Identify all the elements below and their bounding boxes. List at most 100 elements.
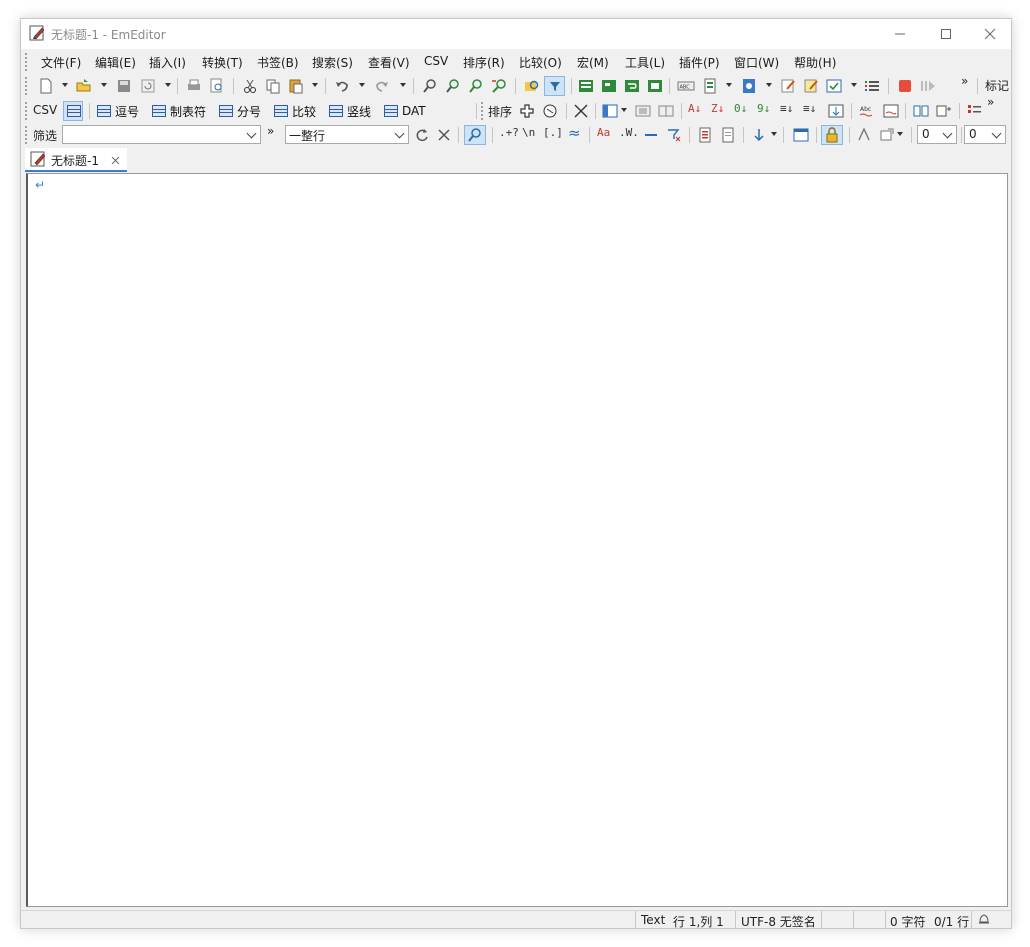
escape-toggle[interactable]: \n xyxy=(522,126,535,139)
macro-dropdown-icon[interactable] xyxy=(897,132,903,136)
window-icon[interactable] xyxy=(792,126,810,144)
sort-toolbar-grip[interactable] xyxy=(481,102,485,120)
menu-file[interactable]: 文件(F) xyxy=(41,54,81,71)
status-position[interactable]: 行 1,列 1 xyxy=(673,913,724,928)
menu-search[interactable]: 搜索(S) xyxy=(312,54,353,71)
undo-dropdown-icon[interactable] xyxy=(359,83,365,87)
menu-grip[interactable] xyxy=(25,53,29,71)
status-mode[interactable]: Text xyxy=(641,913,665,927)
filter-toggle-button[interactable] xyxy=(544,76,565,96)
toolbar1-overflow[interactable]: » xyxy=(961,74,968,88)
replace-icon[interactable] xyxy=(490,77,508,95)
macro-copy-icon[interactable] xyxy=(802,77,820,95)
close-tab-icon[interactable] xyxy=(111,156,120,165)
clear-format-icon[interactable] xyxy=(665,126,683,144)
menu-bookmark[interactable]: 书签(B) xyxy=(257,54,299,71)
filter-toolbar-grip[interactable] xyxy=(25,126,29,144)
find-next-icon[interactable] xyxy=(444,77,462,95)
redo-icon[interactable] xyxy=(373,77,391,95)
web-icon[interactable] xyxy=(740,77,758,95)
remove-icon[interactable] xyxy=(541,102,559,120)
csv-pipe-button[interactable]: 竖线 xyxy=(329,102,371,120)
close-button[interactable] xyxy=(967,19,1011,49)
bookmark-icon[interactable] xyxy=(696,126,714,144)
document-icon[interactable] xyxy=(719,126,737,144)
number-select-1[interactable]: 0 xyxy=(917,125,957,144)
csv-semicolon-button[interactable]: 分号 xyxy=(219,102,261,120)
menu-view[interactable]: 查看(V) xyxy=(368,54,410,71)
spell-icon[interactable]: Abc xyxy=(859,102,877,120)
chevron-down-icon[interactable] xyxy=(942,128,953,139)
text-editor[interactable]: ↵ xyxy=(26,173,1008,907)
copy-icon[interactable] xyxy=(264,77,282,95)
properties-icon[interactable] xyxy=(701,77,719,95)
split-icon[interactable] xyxy=(572,102,590,120)
csv-compare-button[interactable]: 比较 xyxy=(274,102,316,120)
menu-plugins[interactable]: 插件(P) xyxy=(679,54,720,71)
number-select-2[interactable]: 0 xyxy=(964,125,1006,144)
csv-toolbar-grip[interactable] xyxy=(25,102,29,120)
numbered-list-icon[interactable] xyxy=(966,102,984,120)
column-icon[interactable] xyxy=(657,102,675,120)
highlight-icon[interactable] xyxy=(577,77,595,95)
print-preview-icon[interactable] xyxy=(208,77,226,95)
sort-09-icon[interactable]: 0↓ xyxy=(734,102,747,115)
bracket-toggle[interactable]: [.] xyxy=(543,126,563,139)
menu-macro[interactable]: 宏(M) xyxy=(577,54,609,71)
tab-untitled-1[interactable]: 无标题-1 xyxy=(25,148,127,172)
find-icon[interactable] xyxy=(421,77,439,95)
clear-filter-icon[interactable] xyxy=(435,126,453,144)
macro-icon[interactable] xyxy=(878,126,896,144)
menu-window[interactable]: 窗口(W) xyxy=(734,54,779,71)
find-previous-icon[interactable] xyxy=(467,77,485,95)
save-dropdown-icon[interactable] xyxy=(165,83,171,87)
regex-toggle[interactable]: .+? xyxy=(499,126,519,139)
save-all-icon[interactable] xyxy=(139,77,157,95)
checklist-icon[interactable] xyxy=(825,77,843,95)
menu-help[interactable]: 帮助(H) xyxy=(794,54,836,71)
sort-options-icon[interactable] xyxy=(827,102,845,120)
new-file-icon[interactable] xyxy=(37,77,55,95)
sort-za-icon[interactable]: Z↓ xyxy=(711,102,724,115)
minimize-button[interactable] xyxy=(877,19,923,49)
filter-input[interactable] xyxy=(62,125,261,144)
bell-icon[interactable] xyxy=(978,913,990,926)
filter-overflow[interactable]: » xyxy=(267,124,274,138)
maximize-button[interactable] xyxy=(923,19,969,49)
chevron-down-icon[interactable] xyxy=(246,128,257,139)
arrow-down-icon[interactable] xyxy=(750,126,768,144)
columns-dropdown-icon[interactable] xyxy=(621,108,627,112)
split-window-icon[interactable] xyxy=(912,102,930,120)
menu-tools[interactable]: 工具(L) xyxy=(625,54,665,71)
ruler-icon[interactable] xyxy=(646,77,664,95)
menu-csv[interactable]: CSV xyxy=(424,54,448,68)
sort-short-icon[interactable]: ≡↓ xyxy=(780,102,793,115)
open-dropdown-icon[interactable] xyxy=(101,83,107,87)
macro-edit-icon[interactable] xyxy=(779,77,797,95)
find-in-files-icon[interactable] xyxy=(523,77,541,95)
columns-icon[interactable] xyxy=(601,102,619,120)
chevron-down-icon[interactable] xyxy=(991,128,1002,139)
filter-mode-select[interactable]: 一整行 xyxy=(285,125,409,144)
fuzzy-icon[interactable]: ≈ xyxy=(568,124,581,142)
toolbar2-overflow[interactable]: » xyxy=(987,95,994,109)
csv-normal-mode-button[interactable] xyxy=(63,101,83,121)
sort-az-icon[interactable]: A↓ xyxy=(688,102,701,115)
spell-dialog-icon[interactable] xyxy=(882,102,900,120)
status-encoding[interactable]: UTF-8 无签名 xyxy=(741,913,816,928)
sort-90-icon[interactable]: 9↓ xyxy=(757,102,770,115)
list-icon[interactable] xyxy=(863,77,881,95)
csv-label[interactable]: CSV xyxy=(33,103,57,117)
properties-dropdown-icon[interactable] xyxy=(726,83,732,87)
chevron-down-icon[interactable] xyxy=(394,128,405,139)
save-icon[interactable] xyxy=(115,77,133,95)
csv-comma-button[interactable]: 逗号 xyxy=(97,102,139,120)
menu-convert[interactable]: 转换(T) xyxy=(202,54,243,71)
web-dropdown-icon[interactable] xyxy=(766,83,772,87)
paste-icon[interactable] xyxy=(287,77,305,95)
menu-compare[interactable]: 比较(O) xyxy=(519,54,562,71)
delimiter-icon[interactable] xyxy=(634,102,652,120)
paste-dropdown-icon[interactable] xyxy=(312,83,318,87)
new-file-dropdown-icon[interactable] xyxy=(62,83,68,87)
menu-insert[interactable]: 插入(I) xyxy=(149,54,186,71)
